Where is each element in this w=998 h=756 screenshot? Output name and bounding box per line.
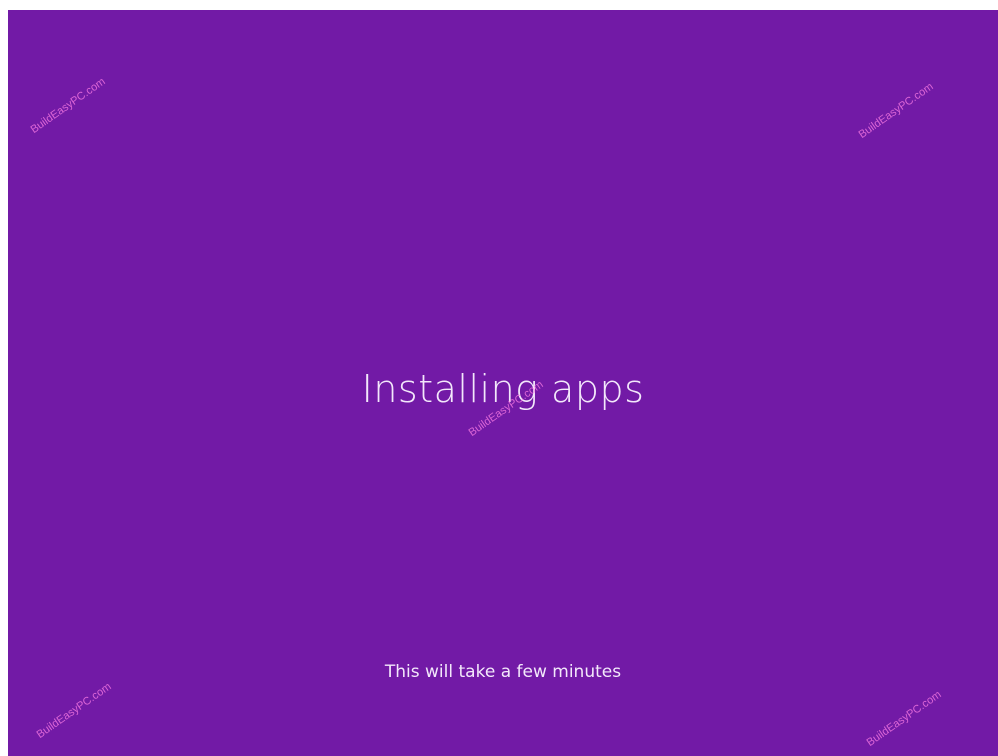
- watermark-bottom-left: BuildEasyPC.com: [34, 680, 114, 741]
- status-subtitle: This will take a few minutes: [384, 662, 622, 682]
- watermark-bottom-right: BuildEasyPC.com: [864, 688, 944, 749]
- watermark-top-left: BuildEasyPC.com: [28, 75, 108, 136]
- setup-screen: Installing apps This will take a few min…: [8, 10, 998, 756]
- watermark-top-right: BuildEasyPC.com: [856, 80, 936, 141]
